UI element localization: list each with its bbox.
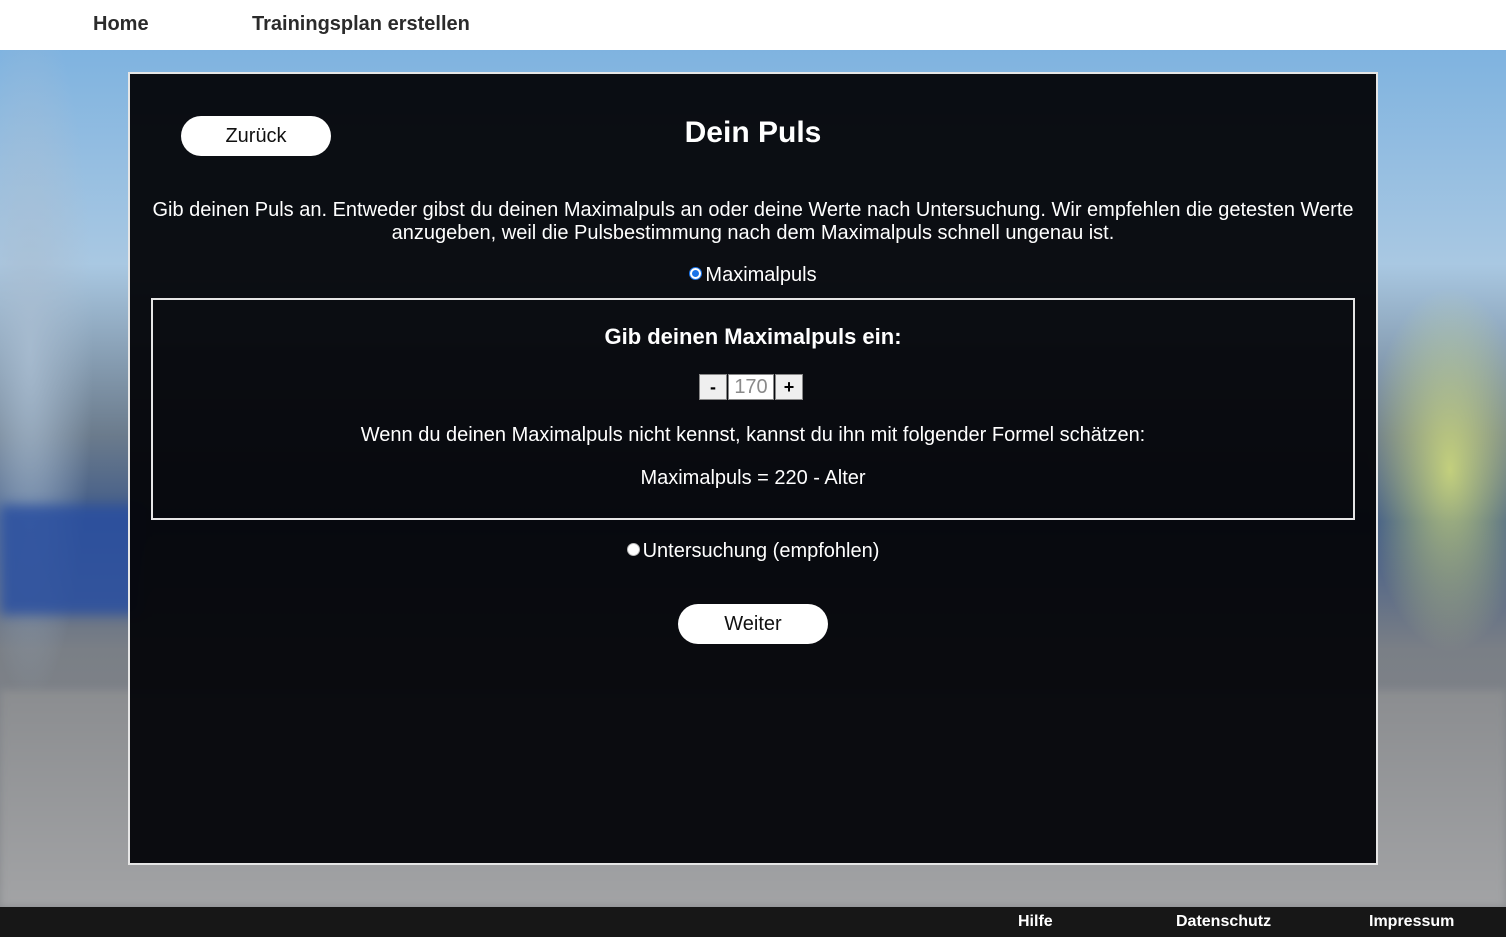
decrement-button[interactable]: - xyxy=(699,374,727,400)
formula-text: Maximalpuls = 220 - Alter xyxy=(640,467,866,489)
footer-imprint-link[interactable]: Impressum xyxy=(1369,913,1454,931)
page-title: Dein Puls xyxy=(684,116,822,149)
footer-privacy-link[interactable]: Datenschutz xyxy=(1176,913,1271,931)
footer: Hilfe Datenschutz Impressum xyxy=(0,907,1506,937)
maximalpuls-box-title: Gib deinen Maximalpuls ein: xyxy=(604,324,902,349)
untersuchung-radio[interactable] xyxy=(626,543,640,557)
next-button[interactable]: Weiter xyxy=(678,604,828,644)
option-untersuchung[interactable]: Untersuchung (empfohlen) xyxy=(130,539,1376,563)
nav-create-plan-link[interactable]: Trainingsplan erstellen xyxy=(252,13,470,36)
untersuchung-label: Untersuchung (empfohlen) xyxy=(642,540,880,562)
nav-home-link[interactable]: Home xyxy=(93,13,149,36)
formula-hint: Wenn du deinen Maximalpuls nicht kennst,… xyxy=(360,424,1146,446)
maximalpuls-label: Maximalpuls xyxy=(705,264,817,286)
pulse-panel: Zurück Dein Puls Gib deinen Puls an. Ent… xyxy=(128,72,1378,865)
intro-text: Gib deinen Puls an. Entweder gibst du de… xyxy=(152,199,1354,244)
top-nav: Home Trainingsplan erstellen xyxy=(0,0,1506,50)
increment-button[interactable]: + xyxy=(775,374,803,400)
maximalpuls-box: Gib deinen Maximalpuls ein: - + Wenn du … xyxy=(151,298,1355,520)
option-maximalpuls[interactable]: Maximalpuls xyxy=(130,263,1376,287)
maximalpuls-radio[interactable] xyxy=(689,267,703,281)
maximalpuls-input[interactable] xyxy=(728,374,774,400)
footer-help-link[interactable]: Hilfe xyxy=(1018,913,1053,931)
background-banner xyxy=(0,505,140,615)
maximalpuls-stepper: - + xyxy=(699,374,803,402)
